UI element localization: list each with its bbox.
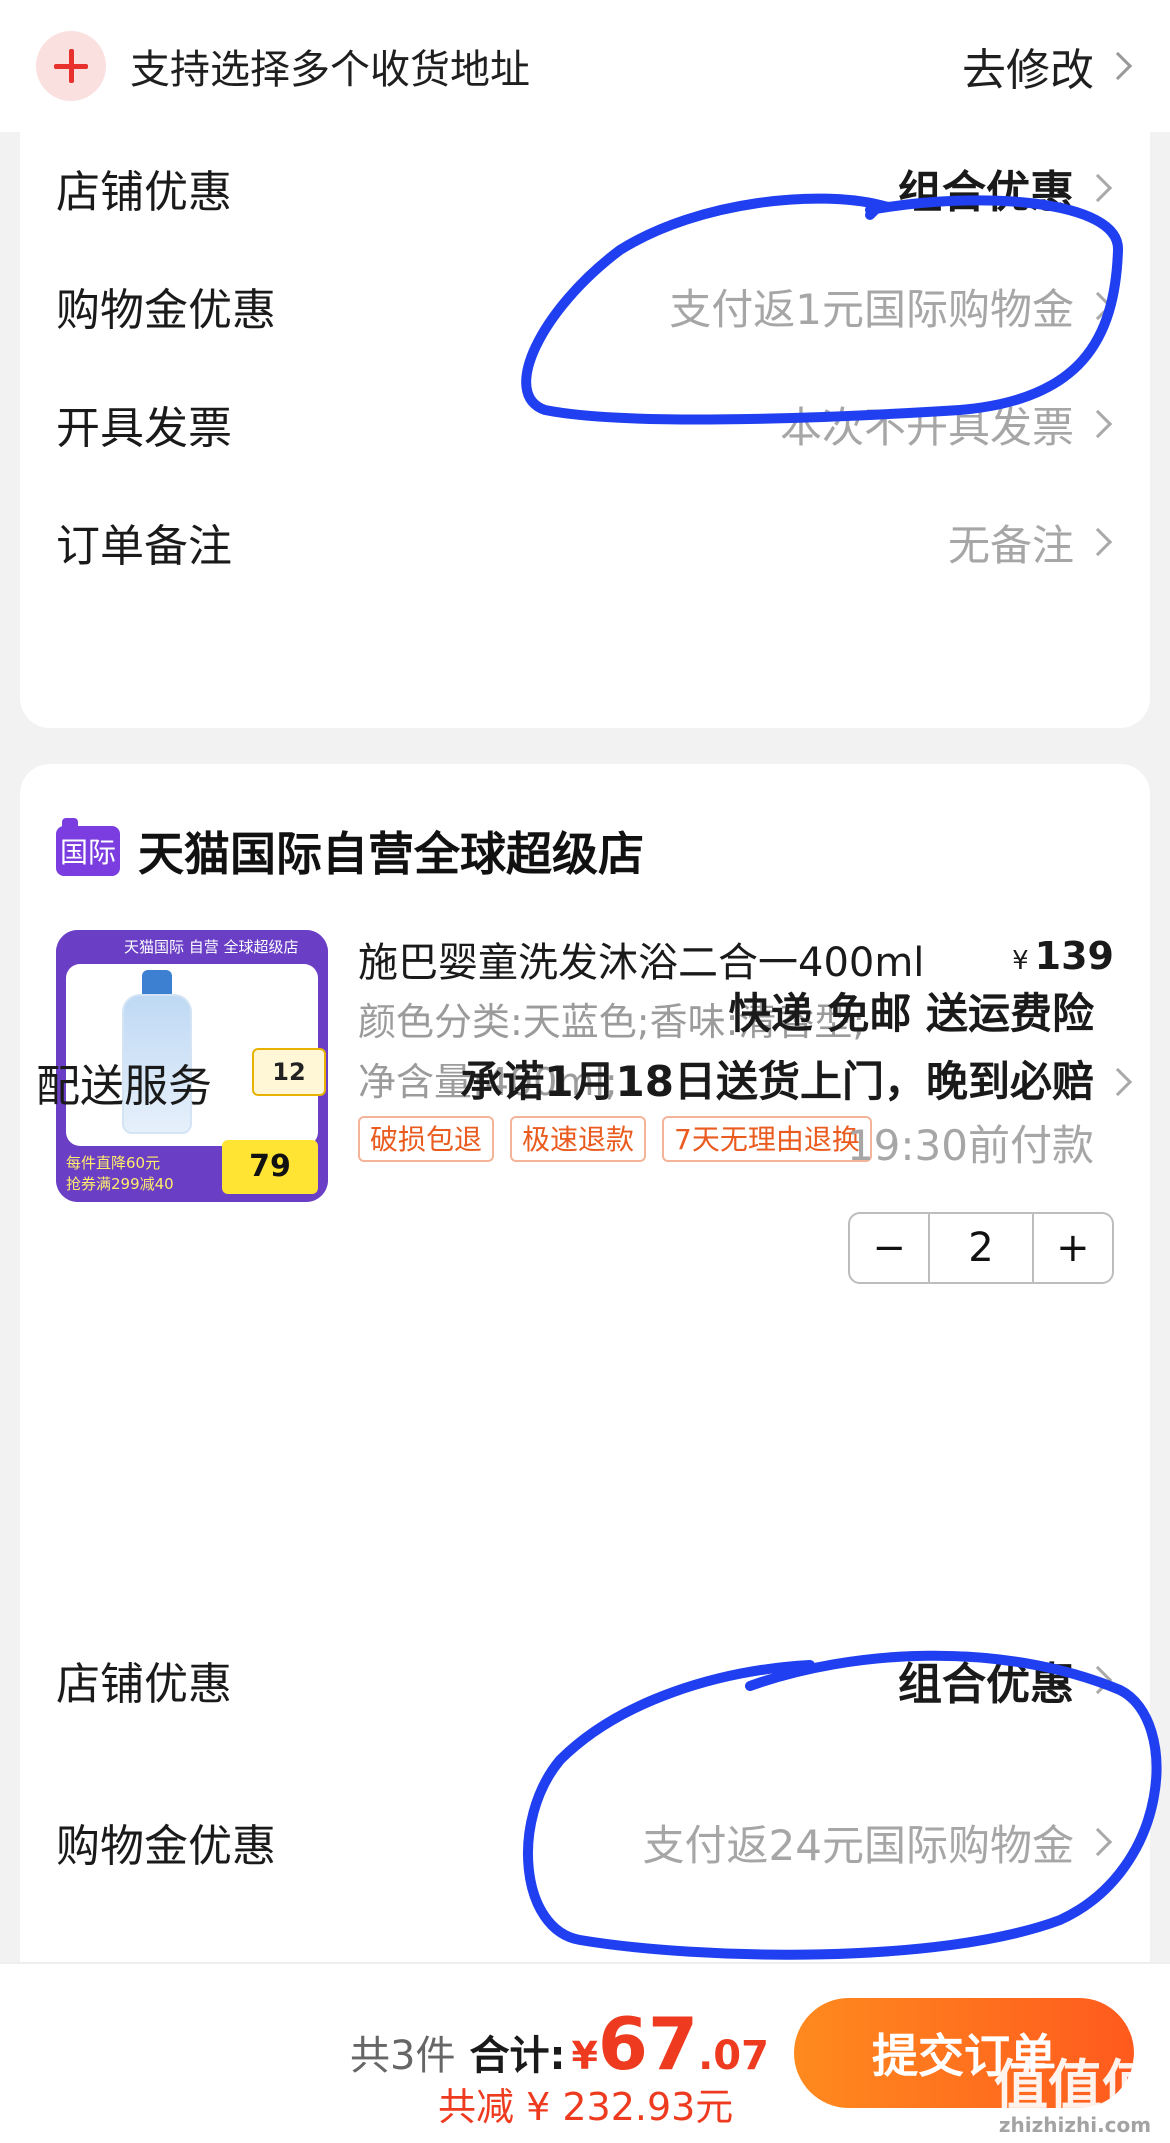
delivery-line3: 19:30前付款 xyxy=(846,1121,1094,1170)
row-label: 订单备注 xyxy=(56,521,232,572)
row-label: 开具发票 xyxy=(56,403,232,454)
tmall-global-badge-icon: 国际 xyxy=(56,818,120,876)
row-label: 店铺优惠 xyxy=(56,1659,232,1710)
item-count: 共3件 xyxy=(350,2033,456,2079)
chevron-right-icon xyxy=(1083,1827,1113,1857)
chevron-right-icon xyxy=(1083,527,1113,557)
total-currency: ¥ xyxy=(571,2034,598,2078)
store-name: 天猫国际自营全球超级店 xyxy=(138,827,644,881)
store-header[interactable]: 国际 天猫国际自营全球超级店 xyxy=(56,818,644,884)
currency-symbol: ¥ xyxy=(1012,946,1029,976)
chevron-right-icon xyxy=(1103,51,1133,81)
total-integer: 67 xyxy=(597,2002,699,2086)
address-bar[interactable]: 支持选择多个收货地址 去修改 xyxy=(0,0,1170,132)
shopping-credit-row-2[interactable]: 购物金优惠 支付返24元国际购物金 xyxy=(56,1792,1114,1892)
multi-address-label: 支持选择多个收货地址 xyxy=(130,47,530,93)
chevron-right-icon xyxy=(1083,173,1113,203)
delivery-line1: 快递 免邮 送运费险 xyxy=(728,989,1094,1038)
add-address-icon[interactable] xyxy=(36,31,106,101)
total-line: 共3件 合计: ¥ 67 .07 xyxy=(350,2002,769,2086)
promo-tag: 12 xyxy=(252,1048,326,1096)
order-note-row[interactable]: 订单备注 无备注 xyxy=(56,492,1114,592)
chevron-right-icon xyxy=(1083,409,1113,439)
chevron-right-icon xyxy=(1083,291,1113,321)
invoice-row[interactable]: 开具发票 本次不开具发票 xyxy=(56,374,1114,474)
store-discount-row-2[interactable]: 店铺优惠 组合优惠 xyxy=(56,1630,1114,1730)
row-label: 购物金优惠 xyxy=(56,285,276,336)
row-value: 无备注 xyxy=(948,512,1114,573)
watermark-text: 值值值 xyxy=(994,2054,1156,2117)
row-value: 支付返1元国际购物金 xyxy=(669,276,1114,337)
store-card: 国际 天猫国际自营全球超级店 天猫国际 自营 全球超级店 12 每件直降60元 … xyxy=(20,764,1150,1964)
quantity-stepper[interactable]: − 2 + xyxy=(848,1212,1114,1284)
edit-address-label: 去修改 xyxy=(962,45,1094,96)
increment-button[interactable]: + xyxy=(1034,1214,1112,1282)
checkout-footer: 共3件 合计: ¥ 67 .07 共减 ¥ 232.93元 提交订单 值值值 z… xyxy=(0,1962,1170,2143)
delivery-label: 配送服务 xyxy=(36,1061,212,1112)
total-decimal: .07 xyxy=(698,2033,769,2079)
chevron-right-icon xyxy=(1083,1665,1113,1695)
row-label: 店铺优惠 xyxy=(56,167,232,218)
quantity-value[interactable]: 2 xyxy=(928,1214,1034,1282)
watermark-domain: zhizhizhi.com xyxy=(998,2113,1152,2137)
delivery-line2: 承诺1月18日送货上门，晚到必赔 xyxy=(460,1048,1134,1116)
total-label: 合计: xyxy=(469,2033,566,2079)
row-value: 本次不开具发票 xyxy=(780,394,1114,455)
chevron-right-icon xyxy=(1103,1067,1133,1097)
image-banner-text: 天猫国际 自营 全球超级店 xyxy=(56,930,328,964)
shopping-credit-row[interactable]: 购物金优惠 支付返1元国际购物金 xyxy=(56,256,1114,356)
product-price: ¥139 xyxy=(1012,934,1114,978)
bottle-cap-shape xyxy=(142,970,172,996)
store-discount-row[interactable]: 店铺优惠 组合优惠 xyxy=(56,138,1114,238)
watermark: 值值值 zhizhizhi.com xyxy=(994,2059,1156,2137)
order-options-card: 店铺优惠 组合优惠 购物金优惠 支付返1元国际购物金 开具发票 本次不开具发票 … xyxy=(20,132,1150,728)
discount-total: 共减 ¥ 232.93元 xyxy=(438,2085,734,2129)
delivery-row[interactable]: 快递 免邮 送运费险 承诺1月18日送货上门，晚到必赔 19:30前付款 xyxy=(460,980,1134,1176)
row-value: 组合优惠 xyxy=(898,1648,1114,1712)
row-value: 支付返24元国际购物金 xyxy=(643,1812,1114,1873)
row-value: 组合优惠 xyxy=(898,156,1114,220)
image-price-box: 79 xyxy=(222,1140,318,1194)
edit-address-button[interactable]: 去修改 xyxy=(962,34,1134,98)
price-value: 139 xyxy=(1034,934,1114,978)
row-label: 购物金优惠 xyxy=(56,1821,276,1872)
decrement-button[interactable]: − xyxy=(850,1214,928,1282)
